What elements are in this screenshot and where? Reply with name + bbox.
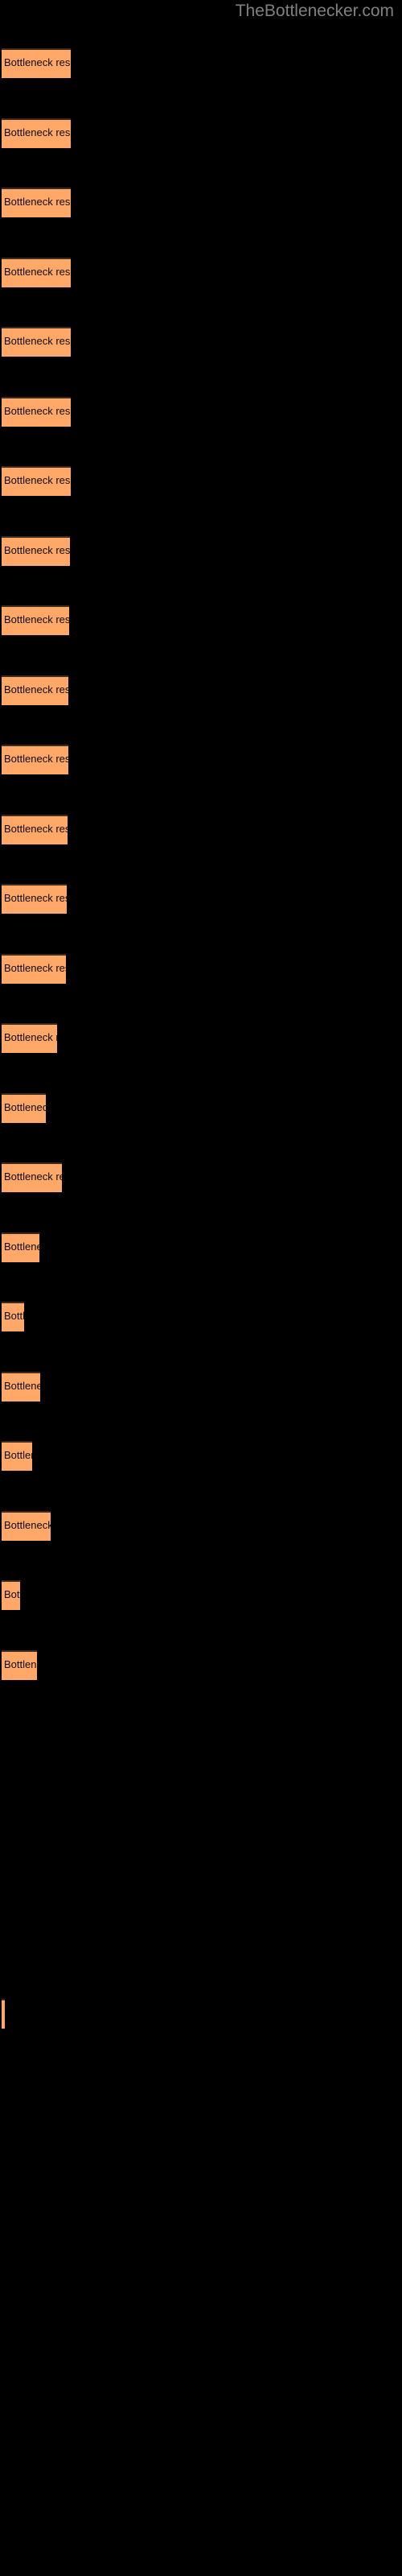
bar: Bottleneck result xyxy=(2,1093,46,1123)
bar-row: Bottleneck result xyxy=(0,1999,402,2029)
bar-label: Bottleneck result xyxy=(4,1519,51,1531)
bar: Bottleneck result xyxy=(2,605,69,635)
bar: Bottleneck result xyxy=(2,1162,62,1192)
bar-label: Bottleneck result xyxy=(4,2007,5,2020)
bar-label: Bottleneck result xyxy=(4,405,71,417)
bar-row: Bottleneck result xyxy=(0,954,402,984)
bar-label: Bottleneck result xyxy=(4,1658,37,1670)
bar-row: Bottleneck result xyxy=(0,1372,402,1402)
bar-label: Bottleneck result xyxy=(4,544,70,556)
bar-label: Bottleneck result xyxy=(4,335,71,347)
bar-label: Bottleneck result xyxy=(4,1310,24,1322)
bar-label: Bottleneck result xyxy=(4,683,68,696)
bar: Bottleneck result xyxy=(2,1580,20,1610)
bar: Bottleneck result xyxy=(2,1302,24,1331)
bar: Bottleneck result xyxy=(2,1999,5,2029)
bar: Bottleneck result xyxy=(2,1372,40,1402)
bar-label: Bottleneck result xyxy=(4,1380,40,1392)
bar: Bottleneck result xyxy=(2,397,71,427)
bar-label: Bottleneck result xyxy=(4,1170,62,1183)
bar: Bottleneck result xyxy=(2,1232,39,1262)
bar-row: Bottleneck result xyxy=(0,188,402,217)
bar: Bottleneck result xyxy=(2,675,68,705)
bar-row: Bottleneck result xyxy=(0,1232,402,1262)
bar: Bottleneck result xyxy=(2,1441,32,1471)
bottleneck-bar-chart: TheBottlenecker.com Bottleneck result Bot… xyxy=(0,0,402,2576)
bar-row: Bottleneck result xyxy=(0,1650,402,1680)
bar-label: Bottleneck result xyxy=(4,892,67,904)
bar-row: Bottleneck result xyxy=(0,675,402,705)
bar: Bottleneck result xyxy=(2,258,71,287)
bar-row: Bottleneck result xyxy=(0,605,402,635)
bar-row: Bottleneck result xyxy=(0,1023,402,1053)
bar: Bottleneck result xyxy=(2,536,70,566)
bar: Bottleneck result xyxy=(2,466,71,496)
bar-row: Bottleneck result xyxy=(0,536,402,566)
bar-row: Bottleneck result xyxy=(0,466,402,496)
bar-row: Bottleneck result xyxy=(0,1162,402,1192)
bar: Bottleneck result xyxy=(2,1650,37,1680)
bar-label: Bottleneck result xyxy=(4,196,71,208)
bar-row: Bottleneck result xyxy=(0,118,402,148)
bar-label: Bottleneck result xyxy=(4,823,68,835)
bar: Bottleneck result xyxy=(2,884,67,914)
bar-label: Bottleneck result xyxy=(4,1101,46,1113)
bar-row: Bottleneck result xyxy=(0,1580,402,1610)
bar-row: Bottleneck result xyxy=(0,884,402,914)
bar-row: Bottleneck result xyxy=(0,1441,402,1471)
site-title: TheBottlenecker.com xyxy=(235,2,394,20)
bar-row: Bottleneck result xyxy=(0,1093,402,1123)
bar-label: Bottleneck result xyxy=(4,613,69,625)
bar-row: Bottleneck result xyxy=(0,1511,402,1541)
bar-row: Bottleneck result xyxy=(0,327,402,357)
bar: Bottleneck result xyxy=(2,327,71,357)
bar-label: Bottleneck result xyxy=(4,1449,32,1461)
bar: Bottleneck result xyxy=(2,1511,51,1541)
bar: Bottleneck result xyxy=(2,188,71,217)
bar-row: Bottleneck result xyxy=(0,258,402,287)
bar: Bottleneck result xyxy=(2,48,71,78)
bar: Bottleneck result xyxy=(2,954,66,984)
bar-label: Bottleneck result xyxy=(4,56,71,68)
bar: Bottleneck result xyxy=(2,118,71,148)
bar-row: Bottleneck result xyxy=(0,1302,402,1331)
bar-label: Bottleneck result xyxy=(4,962,66,974)
bar: Bottleneck result xyxy=(2,1023,57,1053)
bar-label: Bottleneck result xyxy=(4,126,71,138)
bar: Bottleneck result xyxy=(2,745,68,774)
bar-label: Bottleneck result xyxy=(4,474,71,486)
bar-label: Bottleneck result xyxy=(4,1031,57,1043)
bar-row: Bottleneck result xyxy=(0,48,402,78)
bar-label: Bottleneck result xyxy=(4,266,71,278)
bar-label: Bottleneck result xyxy=(4,753,68,765)
bar-row: Bottleneck result xyxy=(0,815,402,844)
bar-label: Bottleneck result xyxy=(4,1241,39,1253)
bar: Bottleneck result xyxy=(2,815,68,844)
bar-row: Bottleneck result xyxy=(0,745,402,774)
bar-row: Bottleneck result xyxy=(0,397,402,427)
bar-label: Bottleneck result xyxy=(4,1588,20,1600)
